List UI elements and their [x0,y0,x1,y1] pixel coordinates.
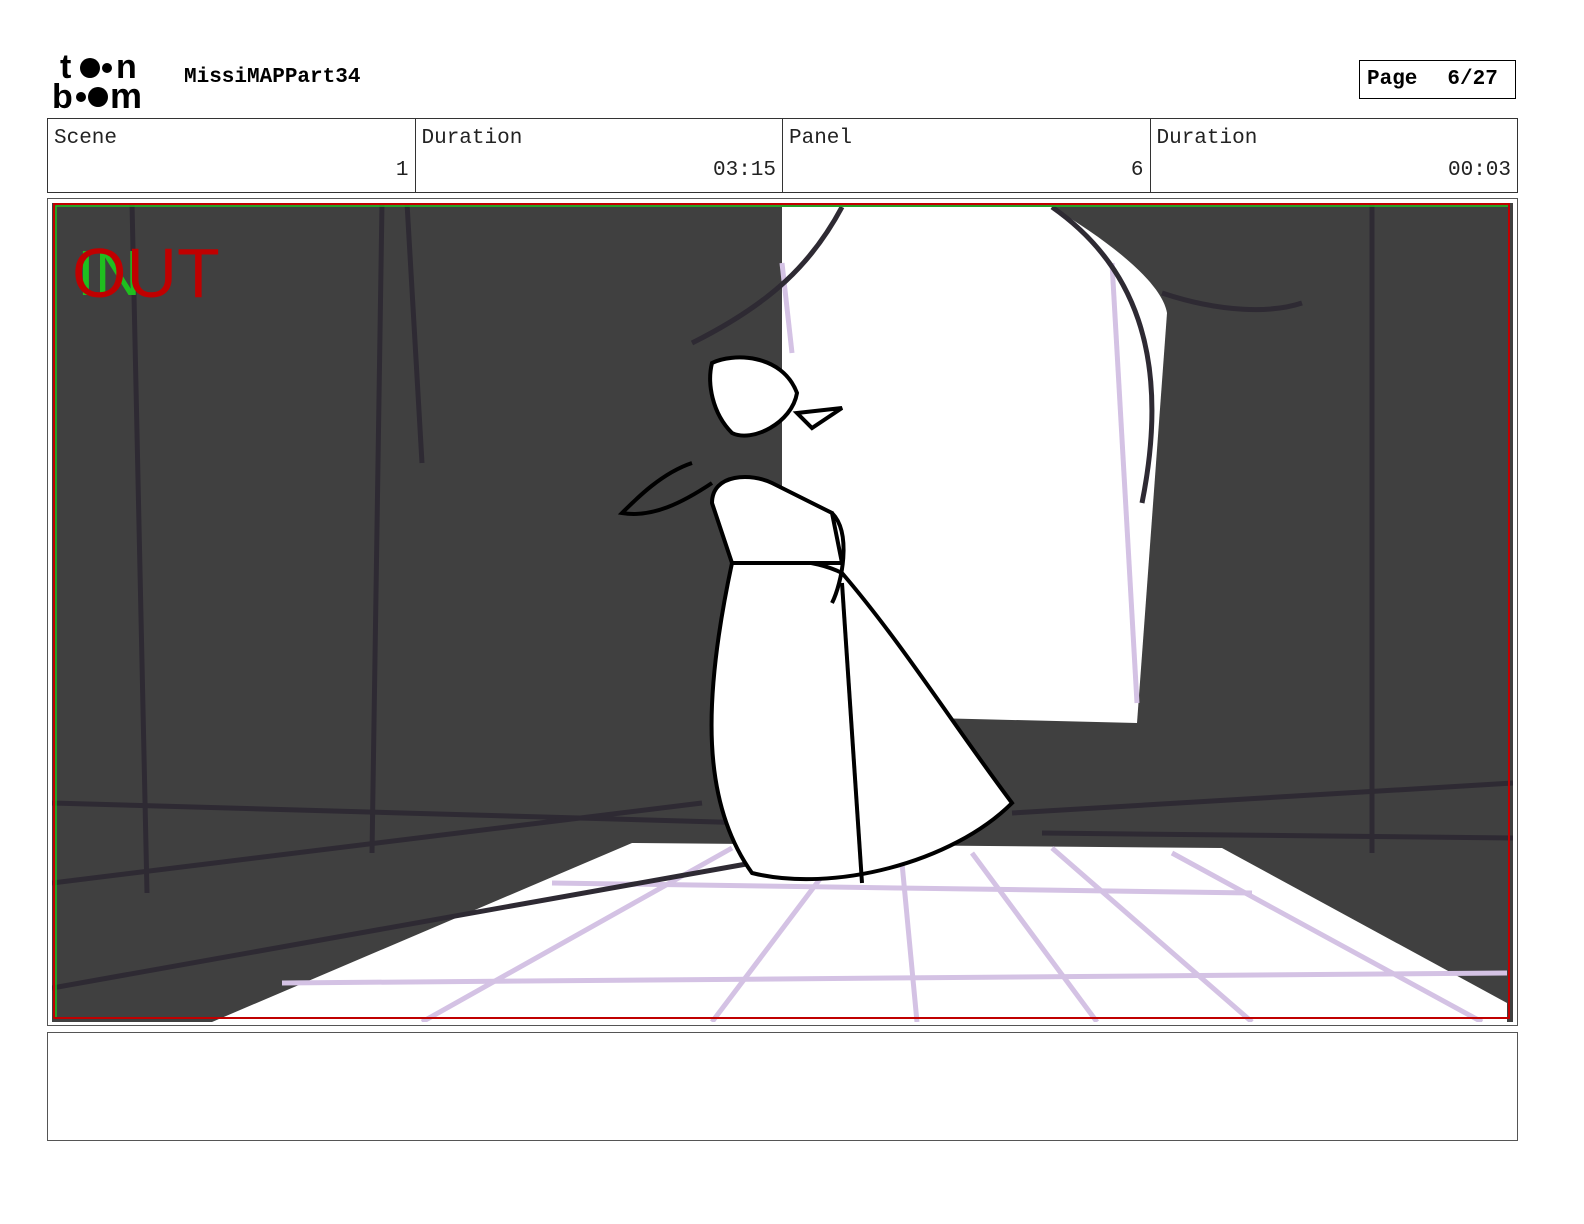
panel-info-table: Scene 1 Duration 03:15 Panel 6 Duration 00:0… [47,118,1518,193]
panel-artwork: IN OUT [52,203,1513,1022]
page-value: 6/27 [1447,68,1498,91]
scene-duration-cell: Duration 03:15 [416,119,783,192]
project-title: MissiMAPPart34 [184,66,361,89]
panel-label: Panel [789,127,853,150]
panel-duration-value: 00:03 [1447,159,1511,182]
scene-cell: Scene 1 [48,119,416,192]
panel-value: 6 [1130,159,1144,182]
panel-duration-cell: Duration 00:03 [1151,119,1518,192]
panel-duration-label: Duration [1156,127,1258,150]
scene-duration-value: 03:15 [712,159,776,182]
scene-duration-label: Duration [421,127,523,150]
toon-boom-logo: t n b m [52,50,142,112]
panel-cell: Panel 6 [783,119,1151,192]
out-marker: OUT [72,234,220,312]
svg-text:m: m [110,75,142,112]
scene-label: Scene [54,127,118,150]
notes-box[interactable] [47,1032,1518,1141]
page-indicator: Page 6/27 [1359,60,1516,99]
svg-text:b: b [52,78,73,112]
scene-value: 1 [395,159,409,182]
page-label: Page [1367,68,1418,91]
